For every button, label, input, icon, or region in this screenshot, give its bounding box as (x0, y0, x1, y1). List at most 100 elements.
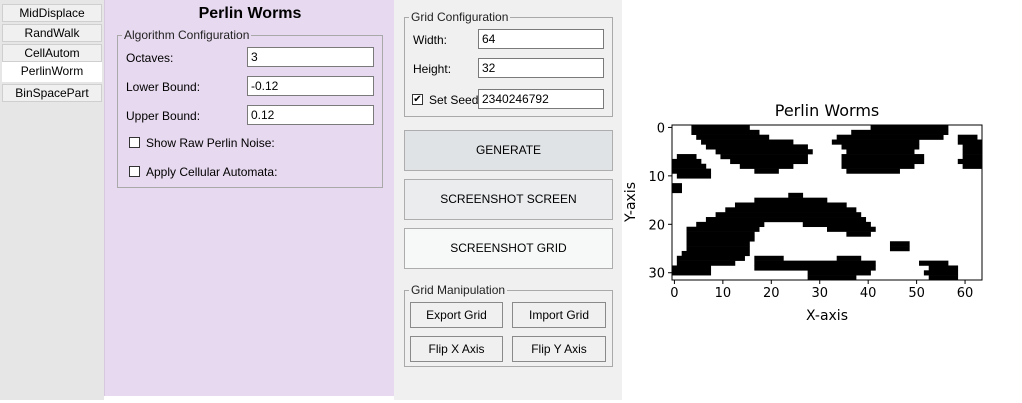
filled-cell-run (734, 202, 847, 208)
width-label: Width: (413, 33, 448, 47)
set-seed-label: Set Seed (429, 93, 479, 107)
filled-cell-run (957, 158, 983, 165)
grid-manipulation-legend: Grid Manipulation (411, 283, 506, 297)
plot-title: Perlin Worms (775, 101, 880, 120)
controls-panel: Grid Configuration Width: Height: ✔ Set … (394, 0, 622, 400)
x-tick-label: 60 (957, 286, 974, 301)
y-axis-ticks: 0 10 20 30 (648, 121, 672, 282)
filled-cell-run (851, 129, 949, 135)
tab-cellautom[interactable]: CellAutom (2, 44, 102, 62)
filled-cell-run (754, 260, 876, 266)
filled-cell-run (672, 168, 712, 174)
y-tick-label: 10 (648, 170, 665, 185)
filled-cell-run (754, 168, 779, 174)
y-axis-label: Y-axis (623, 182, 639, 223)
filled-cell-run (705, 144, 808, 150)
x-tick-label: 20 (763, 286, 780, 301)
filled-cell-run (686, 236, 755, 242)
x-tick-label: 50 (908, 286, 925, 301)
filled-cell-run (831, 139, 920, 145)
filled-cell-run (846, 149, 915, 155)
filled-cell-run (705, 217, 867, 223)
grid-cells (672, 125, 983, 281)
flip-x-axis-button[interactable]: Flip X Axis (410, 336, 503, 362)
filled-cell-run (739, 163, 794, 169)
filled-cell-run (672, 187, 682, 194)
filled-cell-run (725, 207, 857, 213)
filled-cell-run (846, 231, 871, 237)
filled-cell-run (962, 144, 983, 150)
octaves-label: Octaves: (126, 51, 174, 65)
filled-cell-run (807, 270, 871, 276)
grid-plot-svg: Perlin Worms 0 10 20 30 40 50 60 0 10 20 30 X-axi… (623, 101, 983, 324)
x-tick-label: 30 (811, 286, 828, 301)
filled-cell-run (676, 260, 736, 266)
filled-cell-run (676, 173, 712, 179)
filled-cell-run (672, 265, 712, 271)
raw-noise-checkbox[interactable] (129, 137, 140, 148)
generate-button[interactable]: GENERATE (404, 130, 613, 171)
filled-cell-run (788, 192, 804, 198)
filled-cell-run (686, 241, 750, 247)
x-tick-label: 40 (860, 286, 877, 301)
export-grid-button[interactable]: Export Grid (410, 302, 503, 328)
filled-cell-run (676, 154, 697, 160)
filled-cell-run (754, 255, 784, 261)
cellular-automata-checkbox[interactable] (129, 166, 140, 177)
filled-cell-run (962, 154, 983, 160)
lower-bound-label: Lower Bound: (126, 80, 201, 94)
algorithm-tab-strip: MidDisplace RandWalk CellAutom PerlinWor… (0, 0, 104, 400)
import-grid-button[interactable]: Import Grid (512, 302, 606, 328)
filled-cell-run (827, 226, 876, 232)
filled-cell-run (754, 265, 876, 271)
screenshot-screen-button[interactable]: SCREENSHOT SCREEN (404, 179, 613, 220)
lower-bound-input[interactable] (247, 76, 374, 96)
filled-cell-run (962, 163, 983, 169)
filled-cell-run (841, 163, 915, 169)
tab-middisplace[interactable]: MidDisplace (2, 4, 102, 22)
raw-noise-label: Show Raw Perlin Noise: (146, 136, 275, 150)
algorithm-configuration-legend: Algorithm Configuration (124, 28, 250, 42)
seed-input[interactable] (478, 89, 604, 109)
width-input[interactable] (478, 29, 604, 49)
filled-cell-run (889, 241, 910, 247)
filled-cell-run (715, 212, 862, 218)
filled-cell-run (676, 255, 745, 261)
tab-binspacepart[interactable]: BinSpacePart (2, 84, 102, 102)
upper-bound-label: Upper Bound: (126, 109, 201, 123)
flip-y-axis-button[interactable]: Flip Y Axis (512, 336, 606, 362)
filled-cell-run (672, 270, 712, 276)
height-label: Height: (413, 62, 452, 76)
screenshot-grid-button[interactable]: SCREENSHOT GRID (404, 228, 613, 269)
filled-cell-run (696, 221, 765, 228)
cellular-automata-label: Apply Cellular Automata: (146, 165, 278, 179)
x-tick-label: 10 (715, 286, 732, 301)
grid-plot: Perlin Worms 0 10 20 30 40 50 60 0 10 20 30 X-axi… (622, 0, 1022, 400)
filled-cell-run (889, 246, 910, 252)
filled-cell-run (691, 125, 750, 131)
filled-cell-run (841, 158, 925, 165)
filled-cell-run (957, 139, 983, 145)
y-tick-label: 20 (648, 218, 665, 233)
x-tick-label: 0 (670, 286, 678, 301)
tab-randwalk[interactable]: RandWalk (2, 24, 102, 42)
filled-cell-run (730, 158, 808, 165)
upper-bound-input[interactable] (247, 105, 374, 125)
filled-cell-run (686, 246, 750, 252)
filled-cell-run (802, 221, 871, 228)
filled-cell-run (754, 197, 828, 203)
height-input[interactable] (478, 58, 604, 78)
filled-cell-run (957, 134, 978, 140)
tab-perlinworm[interactable]: PerlinWorm (2, 62, 102, 82)
y-tick-label: 0 (657, 121, 665, 136)
octaves-input[interactable] (247, 47, 374, 67)
filled-cell-run (720, 154, 808, 160)
filled-cell-run (923, 270, 959, 276)
x-axis-ticks: 0 10 20 30 40 50 60 (670, 280, 973, 301)
filled-cell-run (701, 139, 794, 145)
filled-cell-run (672, 163, 707, 169)
filled-cell-run (836, 134, 944, 140)
filled-cell-run (841, 154, 925, 160)
set-seed-checkbox[interactable]: ✔ (412, 94, 423, 105)
filled-cell-run (928, 265, 959, 271)
